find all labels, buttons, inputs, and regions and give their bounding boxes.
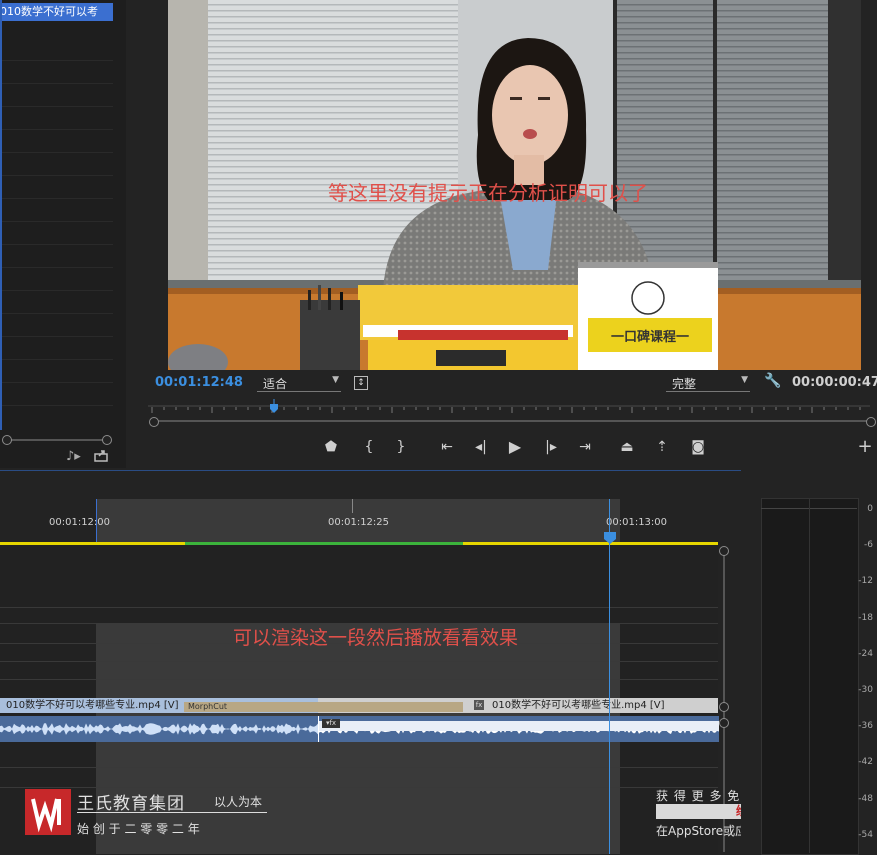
brand-founded: 始 创 于 二 零 零 二 年 [77, 822, 200, 836]
panel-scrollbar[interactable] [6, 439, 106, 441]
db-label: -54 [858, 829, 873, 840]
audio-clip-right[interactable] [318, 716, 719, 742]
audio-meter-box [761, 498, 859, 855]
db-label: -48 [858, 793, 873, 804]
db-label: -42 [858, 757, 873, 768]
go-to-in-icon[interactable]: ⇤ [436, 436, 458, 458]
export-icon[interactable] [94, 448, 108, 466]
monitor-time-ruler[interactable] [148, 398, 870, 422]
track-divider [0, 607, 718, 608]
morphcut-transition[interactable]: MorphCut [184, 702, 318, 712]
video-subtitle: 等这里没有提示正在分析证明可以了 [328, 181, 648, 205]
meter-db-scale: 0 -6 -12 -18 -24 -30 -36 -42 -48 -54 [857, 470, 877, 853]
play-icon[interactable]: ▶ [504, 436, 526, 458]
db-label: 0 [867, 504, 873, 514]
db-label: -24 [858, 648, 873, 659]
vscroll-handle-top[interactable] [719, 546, 729, 556]
timeline-panel[interactable]: 00:01:12:00 00:01:12:25 00:01:13:00 可以渲染… [0, 470, 852, 854]
timeline-playhead-handle[interactable] [604, 529, 616, 544]
program-monitor-video[interactable]: 一口碑课程一 等这里没有提示正在分析证明可以了 [168, 0, 861, 370]
ruler-tick [352, 499, 353, 513]
brand-logo [25, 789, 71, 835]
go-to-out-icon[interactable]: ⇥ [574, 436, 596, 458]
zoom-dropdown[interactable]: 适合 ▼ [257, 375, 341, 392]
lift-icon[interactable]: ⏏ [616, 436, 638, 458]
step-forward-icon[interactable]: |▸ [540, 436, 562, 458]
step-back-icon[interactable]: ◂| [470, 436, 492, 458]
ruler-label: 00:01:12:00 [49, 517, 111, 528]
db-label: -18 [858, 612, 873, 623]
vscroll-handle-mid[interactable] [719, 702, 729, 712]
track-divider [0, 767, 718, 768]
vscroll-handle-low[interactable] [719, 718, 729, 728]
mark-out-icon[interactable]: } [390, 436, 412, 458]
audio-clip-left[interactable] [0, 716, 318, 742]
project-list [0, 38, 113, 428]
quality-dropdown[interactable]: 完整 ▼ [666, 375, 750, 392]
meter-divider [809, 498, 810, 853]
db-label: -36 [858, 721, 873, 732]
fx-icon[interactable]: ▾fx [322, 719, 340, 728]
db-label: -6 [864, 540, 873, 551]
db-label: -12 [858, 576, 873, 587]
duration-timecode: 00:00:00:47 [792, 375, 877, 390]
video-clip-right-label: 010数学不好可以考哪些专业.mp4 [V] [492, 700, 665, 711]
monitor-scroll-right-handle[interactable] [866, 417, 876, 427]
fx-icon[interactable]: fx [474, 700, 484, 710]
zoom-dropdown-value: 适合 [263, 377, 288, 391]
marker-icon[interactable]: ⬟ [320, 436, 342, 458]
sign-text: 一口碑课程一 [611, 329, 689, 345]
db-label: -30 [858, 685, 873, 695]
extract-icon[interactable]: ⇡ [651, 436, 673, 458]
mark-in-icon[interactable]: { [358, 436, 380, 458]
monitor-ruler-ticks [148, 405, 870, 422]
camera-icon[interactable]: ◙ [687, 436, 709, 458]
ruler-label: 00:01:13:00 [606, 517, 668, 528]
timeline-playhead-line [609, 499, 610, 854]
brand-divider [77, 812, 267, 813]
monitor-scroll-left-handle[interactable] [149, 417, 159, 427]
timeline-annotation: 可以渲染这一段然后播放看看效果 [233, 627, 519, 649]
monitor-playhead[interactable] [269, 398, 279, 413]
audio-selected-band [319, 721, 719, 731]
audio-meters-panel: 0 -6 -12 -18 -24 -30 -36 -42 -48 -54 [741, 470, 877, 855]
track-divider [0, 661, 718, 662]
playhead-timecode[interactable]: 00:01:12:48 [155, 375, 243, 390]
chevron-down-icon: ▼ [332, 375, 339, 385]
scroll-right-handle[interactable] [102, 435, 112, 445]
track-divider [0, 787, 718, 788]
scroll-left-handle[interactable] [2, 435, 12, 445]
wrench-icon[interactable]: 🔧 [764, 373, 781, 389]
add-icon[interactable]: + [854, 436, 876, 458]
panel-edge [0, 0, 2, 430]
quality-dropdown-value: 完整 [672, 377, 697, 391]
music-note-icon[interactable]: ♪▸ [66, 449, 81, 464]
brand-slogan: 以人为本 [214, 795, 263, 809]
project-clip-item[interactable]: 010数学不好可以考 [0, 3, 113, 21]
safe-margin-icon[interactable]: ↕ [354, 376, 368, 390]
brand-name: 王氏教育集团 [77, 794, 185, 814]
chevron-down-icon: ▼ [741, 375, 748, 385]
audio-waveform [0, 723, 318, 735]
track-divider [0, 679, 718, 680]
morphcut-transition-right[interactable] [318, 702, 463, 712]
ruler-label: 00:01:12:25 [328, 517, 390, 528]
project-panel: 010数学不好可以考 ♪▸ [0, 0, 126, 468]
